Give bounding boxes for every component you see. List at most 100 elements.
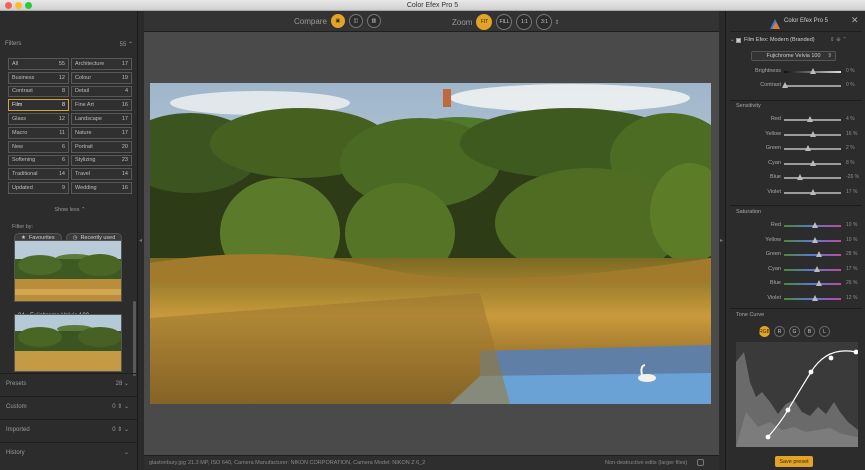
- slider-track[interactable]: [784, 145, 841, 151]
- side-by-side-button[interactable]: ▥: [366, 14, 381, 28]
- slider-handle[interactable]: [816, 251, 823, 257]
- filter-options-icons[interactable]: ⇕ ⊕ ⌃: [830, 37, 847, 43]
- filter-category-updated[interactable]: Updated 9: [8, 182, 69, 194]
- slider-track[interactable]: [784, 236, 841, 243]
- history-section[interactable]: History ⌄: [0, 442, 137, 462]
- slider-handle[interactable]: [812, 236, 819, 243]
- slider-track[interactable]: [784, 251, 841, 257]
- slider-handle[interactable]: [806, 116, 813, 122]
- presets-section[interactable]: Presets 28 ⌄: [0, 373, 137, 393]
- sidebar-scrollbar[interactable]: [133, 301, 136, 376]
- filter-category-traditional[interactable]: Traditional 14: [8, 168, 69, 181]
- filter-category-travel[interactable]: Travel 14: [71, 168, 132, 181]
- filter-category-business[interactable]: Business 12: [8, 71, 69, 84]
- filter-category-portrait[interactable]: Portrait 20: [71, 140, 132, 153]
- slider-green[interactable]: Green 2 %: [726, 144, 865, 154]
- slider-track[interactable]: [784, 265, 841, 272]
- slider-blue[interactable]: Blue 26 %: [726, 279, 865, 289]
- save-preset-button[interactable]: Save preset: [775, 456, 813, 467]
- slider-track[interactable]: [782, 82, 841, 88]
- nik-logo-icon: [770, 16, 780, 29]
- film-type-select[interactable]: Fujichrome Velvia 100 ⇕: [751, 51, 836, 61]
- zoom-1-1-button[interactable]: 1:1: [516, 14, 533, 30]
- filter-thumbnail[interactable]: [14, 314, 122, 372]
- filter-category-architecture[interactable]: Architecture 17: [71, 58, 132, 70]
- slider-handle[interactable]: [814, 265, 821, 272]
- filter-category-softening[interactable]: Softening 6: [8, 154, 69, 167]
- imported-section[interactable]: Imported 0 ⇕ ⌄: [0, 419, 137, 439]
- non-destructive-checkbox[interactable]: [697, 459, 704, 466]
- filter-category-label: Detail: [75, 88, 90, 95]
- filter-category-contrast[interactable]: Contrast 8: [8, 85, 69, 98]
- filter-category-colour[interactable]: Colour 19: [71, 71, 132, 84]
- filter-category-landscape[interactable]: Landscape 17: [71, 113, 132, 125]
- slider-track[interactable]: [784, 294, 841, 301]
- slider-handle[interactable]: [812, 294, 819, 301]
- show-less-link[interactable]: Show less ⌃: [8, 207, 132, 213]
- channel-r-button[interactable]: R: [774, 326, 785, 337]
- slider-handle[interactable]: [796, 174, 803, 180]
- slider-track[interactable]: [784, 116, 841, 122]
- filter-thumbnail[interactable]: [14, 240, 122, 302]
- zoom-window-button[interactable]: [25, 2, 32, 9]
- zoom-3-1-button[interactable]: 3:1: [536, 14, 553, 30]
- image-canvas[interactable]: [144, 32, 719, 455]
- close-window-button[interactable]: [5, 2, 12, 9]
- slider-track[interactable]: [784, 280, 841, 286]
- filter-category-nature[interactable]: Nature 17: [71, 126, 132, 139]
- filter-category-macro[interactable]: Macro 11: [8, 126, 69, 139]
- filter-enabled-checkbox[interactable]: [736, 38, 741, 43]
- slider-handle[interactable]: [816, 280, 823, 286]
- zoom-fill-button[interactable]: FILL: [496, 14, 513, 30]
- filter-category-fine-art[interactable]: Fine Art 16: [71, 99, 132, 112]
- slider-track[interactable]: [784, 68, 841, 74]
- filter-category-film[interactable]: Film 8: [8, 99, 69, 112]
- slider-blue[interactable]: Blue -26 %: [726, 173, 865, 183]
- channel-b-button[interactable]: B: [804, 326, 815, 337]
- slider-track[interactable]: [784, 130, 841, 137]
- slider-track[interactable]: [784, 174, 841, 180]
- filter-category-count: 17: [121, 60, 128, 67]
- slider-violet[interactable]: Violet 12 %: [726, 294, 865, 304]
- slider-cyan[interactable]: Cyan 17 %: [726, 265, 865, 275]
- slider-handle[interactable]: [812, 222, 819, 228]
- slider-handle[interactable]: [809, 130, 816, 137]
- slider-brightness[interactable]: Brightness 0 %: [726, 67, 865, 77]
- custom-section[interactable]: Custom 0 ⇕ ⌄: [0, 396, 137, 416]
- channel-rgb-button[interactable]: RGB: [759, 326, 770, 337]
- slider-red[interactable]: Red 10 %: [726, 221, 865, 231]
- slider-handle[interactable]: [809, 68, 816, 74]
- close-icon[interactable]: ✕: [851, 15, 859, 26]
- slider-yellow[interactable]: Yellow 16 %: [726, 130, 865, 140]
- slider-yellow[interactable]: Yellow 10 %: [726, 236, 865, 246]
- channel-l-button[interactable]: L: [819, 326, 830, 337]
- single-view-button[interactable]: ▣: [330, 14, 345, 28]
- filter-category-glass[interactable]: Glass 12: [8, 113, 69, 125]
- slider-handle[interactable]: [809, 188, 816, 195]
- slider-contrast[interactable]: Contrast 0 %: [726, 81, 865, 91]
- expand-chevron-icon[interactable]: ⌄: [730, 37, 735, 43]
- filter-category-stylizing[interactable]: Stylizing 23: [71, 154, 132, 167]
- minimize-window-button[interactable]: [15, 2, 22, 9]
- slider-track[interactable]: [784, 188, 841, 195]
- split-view-button[interactable]: ◫: [348, 14, 363, 28]
- filter-category-all[interactable]: All 55: [8, 58, 69, 70]
- filters-header[interactable]: Filters 55 ⌃: [5, 39, 133, 49]
- slider-violet[interactable]: Violet 17 %: [726, 188, 865, 198]
- slider-cyan[interactable]: Cyan 8 %: [726, 159, 865, 169]
- zoom-fit-button[interactable]: FIT: [476, 14, 493, 30]
- slider-green[interactable]: Green 28 %: [726, 250, 865, 260]
- slider-handle[interactable]: [809, 159, 816, 166]
- slider-track[interactable]: [784, 222, 841, 228]
- slider-red[interactable]: Red 4 %: [726, 115, 865, 125]
- slider-track[interactable]: [784, 159, 841, 166]
- tone-curve-graph[interactable]: [736, 342, 858, 447]
- filter-category-wedding[interactable]: Wedding 16: [71, 182, 132, 194]
- filter-category-label: Updated: [12, 185, 33, 192]
- slider-handle[interactable]: [782, 82, 789, 88]
- filter-category-detail[interactable]: Detail 4: [71, 85, 132, 98]
- filter-category-new[interactable]: New 6: [8, 140, 69, 153]
- stepper-icon[interactable]: ⇕: [554, 19, 559, 26]
- slider-handle[interactable]: [804, 145, 811, 151]
- channel-g-button[interactable]: G: [789, 326, 800, 337]
